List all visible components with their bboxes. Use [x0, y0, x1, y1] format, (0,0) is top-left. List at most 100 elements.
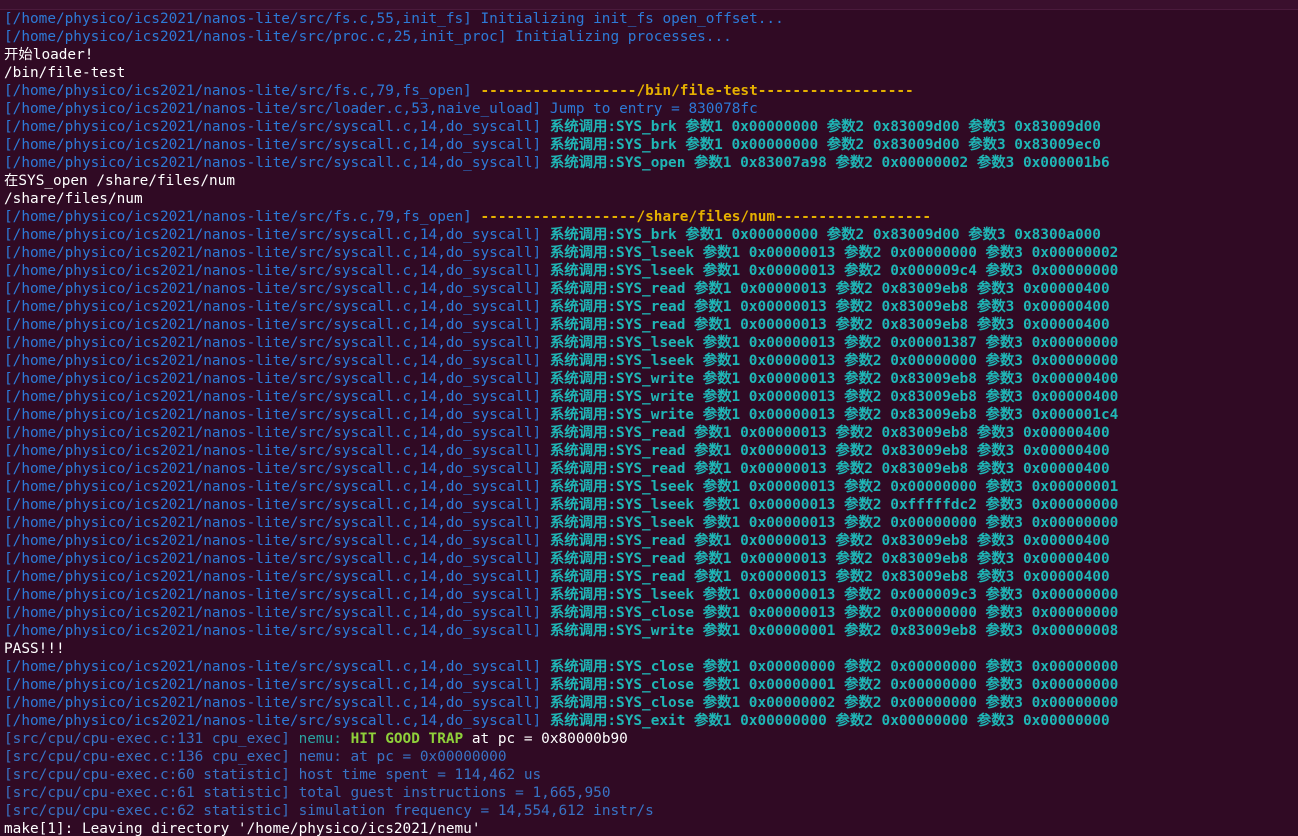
- terminal-line: [/home/physico/ics2021/nanos-lite/src/pr…: [4, 28, 1298, 46]
- terminal-text-segment: [/home/physico/ics2021/nanos-lite/src/sy…: [4, 587, 550, 603]
- terminal-line: [src/cpu/cpu-exec.c:61 statistic] total …: [4, 784, 1298, 802]
- terminal-line: [/home/physico/ics2021/nanos-lite/src/sy…: [4, 244, 1298, 262]
- terminal-line: [src/cpu/cpu-exec.c:60 statistic] host t…: [4, 766, 1298, 784]
- terminal-text-segment: 系统调用:SYS_read 参数1 0x00000013 参数2 0x83009…: [549, 533, 1110, 549]
- terminal-text-segment: /bin/file-test: [4, 65, 126, 81]
- terminal-text-segment: 系统调用:SYS_lseek 参数1 0x00000013 参数2 0x0000…: [549, 515, 1119, 531]
- terminal-text-segment: host time spent = 114,462 us: [298, 767, 542, 783]
- terminal-text-segment: 系统调用:SYS_read 参数1 0x00000013 参数2 0x83009…: [549, 551, 1110, 567]
- terminal-text-segment: [/home/physico/ics2021/nanos-lite/src/sy…: [4, 533, 550, 549]
- terminal-text-segment: 系统调用:SYS_write 参数1 0x00000013 参数2 0x8300…: [549, 407, 1119, 423]
- terminal-line: [/home/physico/ics2021/nanos-lite/src/sy…: [4, 586, 1298, 604]
- terminal-text-segment: [/home/physico/ics2021/nanos-lite/src/sy…: [4, 119, 550, 135]
- terminal-text-segment: [/home/physico/ics2021/nanos-lite/src/sy…: [4, 443, 550, 459]
- terminal-text-segment: [/home/physico/ics2021/nanos-lite/src/fs…: [4, 83, 481, 99]
- terminal-text-segment: [/home/physico/ics2021/nanos-lite/src/sy…: [4, 461, 550, 477]
- terminal-line: [/home/physico/ics2021/nanos-lite/src/sy…: [4, 478, 1298, 496]
- terminal-text-segment: 系统调用:SYS_open 参数1 0x83007a98 参数2 0x00000…: [549, 155, 1110, 171]
- terminal-text-segment: Initializing init_fs open_offset...: [480, 11, 784, 27]
- terminal-text-segment: 系统调用:SYS_close 参数1 0x00000001 参数2 0x0000…: [549, 677, 1119, 693]
- terminal-text-segment: 在SYS_open /share/files/num: [4, 173, 235, 189]
- terminal-line: [/home/physico/ics2021/nanos-lite/src/sy…: [4, 334, 1298, 352]
- terminal-line: 在SYS_open /share/files/num: [4, 172, 1298, 190]
- terminal-line: /bin/file-test: [4, 64, 1298, 82]
- terminal-line: [/home/physico/ics2021/nanos-lite/src/sy…: [4, 622, 1298, 640]
- terminal-line: [/home/physico/ics2021/nanos-lite/src/fs…: [4, 10, 1298, 28]
- terminal-text-segment: [/home/physico/ics2021/nanos-lite/src/sy…: [4, 659, 550, 675]
- terminal-text-segment: 系统调用:SYS_brk 参数1 0x00000000 参数2 0x83009d…: [549, 119, 1101, 135]
- terminal-text-segment: 系统调用:SYS_lseek 参数1 0x00000013 参数2 0x0000…: [549, 263, 1119, 279]
- terminal-text-segment: [src/cpu/cpu-exec.c:61 statistic]: [4, 785, 299, 801]
- terminal-text-segment: 系统调用:SYS_close 参数1 0x00000002 参数2 0x0000…: [549, 695, 1119, 711]
- terminal-text-segment: 系统调用:SYS_read 参数1 0x00000013 参数2 0x83009…: [549, 317, 1110, 333]
- terminal-line: [src/cpu/cpu-exec.c:62 statistic] simula…: [4, 802, 1298, 820]
- terminal-text-segment: 系统调用:SYS_write 参数1 0x00000013 参数2 0x8300…: [549, 371, 1119, 387]
- terminal-line: [/home/physico/ics2021/nanos-lite/src/sy…: [4, 712, 1298, 730]
- terminal-text-segment: [/home/physico/ics2021/nanos-lite/src/sy…: [4, 245, 550, 261]
- terminal-line: [/home/physico/ics2021/nanos-lite/src/sy…: [4, 226, 1298, 244]
- terminal-text-segment: 系统调用:SYS_exit 参数1 0x00000000 参数2 0x00000…: [549, 713, 1110, 729]
- terminal-text-segment: [src/cpu/cpu-exec.c:131 cpu_exec]: [4, 731, 299, 747]
- terminal-text-segment: Jump to entry = 830078fc: [549, 101, 758, 117]
- terminal-line: [/home/physico/ics2021/nanos-lite/src/sy…: [4, 442, 1298, 460]
- terminal-text-segment: 系统调用:SYS_close 参数1 0x00000000 参数2 0x0000…: [549, 659, 1119, 675]
- terminal-line: [/home/physico/ics2021/nanos-lite/src/lo…: [4, 100, 1298, 118]
- terminal-text-segment: [/home/physico/ics2021/nanos-lite/src/sy…: [4, 497, 550, 513]
- terminal-text-segment: [/home/physico/ics2021/nanos-lite/src/sy…: [4, 335, 550, 351]
- terminal-text-segment: [src/cpu/cpu-exec.c:136 cpu_exec]: [4, 749, 299, 765]
- terminal-text-segment: 系统调用:SYS_brk 参数1 0x00000000 参数2 0x83009d…: [549, 227, 1101, 243]
- terminal-text-segment: [/home/physico/ics2021/nanos-lite/src/sy…: [4, 371, 550, 387]
- terminal-line: [/home/physico/ics2021/nanos-lite/src/sy…: [4, 316, 1298, 334]
- terminal-line: [/home/physico/ics2021/nanos-lite/src/sy…: [4, 118, 1298, 136]
- terminal-line: [/home/physico/ics2021/nanos-lite/src/sy…: [4, 460, 1298, 478]
- terminal-text-segment: [/home/physico/ics2021/nanos-lite/src/sy…: [4, 137, 550, 153]
- terminal-line: [src/cpu/cpu-exec.c:131 cpu_exec] nemu: …: [4, 730, 1298, 748]
- terminal-line: [/home/physico/ics2021/nanos-lite/src/sy…: [4, 352, 1298, 370]
- terminal-text-segment: 系统调用:SYS_read 参数1 0x00000013 参数2 0x83009…: [549, 425, 1110, 441]
- terminal-window[interactable]: [/home/physico/ics2021/nanos-lite/src/fs…: [0, 0, 1298, 836]
- terminal-text-segment: ------------------/share/files/num------…: [480, 209, 932, 225]
- terminal-text-segment: [/home/physico/ics2021/nanos-lite/src/sy…: [4, 263, 550, 279]
- terminal-text-segment: [/home/physico/ics2021/nanos-lite/src/sy…: [4, 425, 550, 441]
- terminal-text-segment: 系统调用:SYS_write 参数1 0x00000013 参数2 0x8300…: [549, 389, 1119, 405]
- terminal-line: [/home/physico/ics2021/nanos-lite/src/sy…: [4, 136, 1298, 154]
- terminal-text-segment: ------------------/bin/file-test--------…: [480, 83, 914, 99]
- terminal-line: [/home/physico/ics2021/nanos-lite/src/sy…: [4, 280, 1298, 298]
- terminal-line: [/home/physico/ics2021/nanos-lite/src/sy…: [4, 406, 1298, 424]
- terminal-line: [/home/physico/ics2021/nanos-lite/src/sy…: [4, 550, 1298, 568]
- terminal-text-segment: PASS!!!: [4, 641, 65, 657]
- terminal-line: [/home/physico/ics2021/nanos-lite/src/sy…: [4, 568, 1298, 586]
- terminal-text-segment: simulation frequency = 14,554,612 instr/…: [298, 803, 654, 819]
- terminal-line: [/home/physico/ics2021/nanos-lite/src/sy…: [4, 676, 1298, 694]
- terminal-text-segment: [/home/physico/ics2021/nanos-lite/src/sy…: [4, 353, 550, 369]
- terminal-text-segment: 系统调用:SYS_read 参数1 0x00000013 参数2 0x83009…: [549, 569, 1110, 585]
- terminal-text-segment: [/home/physico/ics2021/nanos-lite/src/sy…: [4, 155, 550, 171]
- terminal-text-segment: 系统调用:SYS_lseek 参数1 0x00000013 参数2 0x0000…: [549, 479, 1119, 495]
- terminal-line: [/home/physico/ics2021/nanos-lite/src/fs…: [4, 82, 1298, 100]
- terminal-text-segment: 系统调用:SYS_brk 参数1 0x00000000 参数2 0x83009d…: [549, 137, 1101, 153]
- terminal-line: [src/cpu/cpu-exec.c:136 cpu_exec] nemu: …: [4, 748, 1298, 766]
- terminal-text-segment: [/home/physico/ics2021/nanos-lite/src/sy…: [4, 389, 550, 405]
- terminal-text-segment: nemu:: [298, 731, 351, 747]
- terminal-text-segment: [/home/physico/ics2021/nanos-lite/src/sy…: [4, 551, 550, 567]
- terminal-text-segment: [/home/physico/ics2021/nanos-lite/src/pr…: [4, 29, 516, 45]
- terminal-line: [/home/physico/ics2021/nanos-lite/src/sy…: [4, 694, 1298, 712]
- terminal-text-segment: 系统调用:SYS_read 参数1 0x00000013 参数2 0x83009…: [549, 443, 1110, 459]
- terminal-line: [/home/physico/ics2021/nanos-lite/src/sy…: [4, 262, 1298, 280]
- terminal-line: [/home/physico/ics2021/nanos-lite/src/sy…: [4, 658, 1298, 676]
- terminal-text-segment: [/home/physico/ics2021/nanos-lite/src/sy…: [4, 227, 550, 243]
- terminal-text-segment: [/home/physico/ics2021/nanos-lite/src/fs…: [4, 11, 481, 27]
- terminal-text-segment: [/home/physico/ics2021/nanos-lite/src/sy…: [4, 317, 550, 333]
- terminal-text-segment: [/home/physico/ics2021/nanos-lite/src/sy…: [4, 479, 550, 495]
- terminal-text-segment: [/home/physico/ics2021/nanos-lite/src/lo…: [4, 101, 550, 117]
- terminal-text-segment: [src/cpu/cpu-exec.c:62 statistic]: [4, 803, 299, 819]
- terminal-text-segment: Initializing processes...: [515, 29, 732, 45]
- terminal-line: [/home/physico/ics2021/nanos-lite/src/sy…: [4, 514, 1298, 532]
- terminal-text-segment: [/home/physico/ics2021/nanos-lite/src/sy…: [4, 515, 550, 531]
- terminal-text-segment: [/home/physico/ics2021/nanos-lite/src/fs…: [4, 209, 481, 225]
- terminal-output: [/home/physico/ics2021/nanos-lite/src/fs…: [4, 10, 1298, 836]
- terminal-text-segment: 系统调用:SYS_read 参数1 0x00000013 参数2 0x83009…: [549, 281, 1110, 297]
- terminal-line: [/home/physico/ics2021/nanos-lite/src/sy…: [4, 370, 1298, 388]
- terminal-text-segment: at pc = 0x80000b90: [463, 731, 628, 747]
- terminal-line: [/home/physico/ics2021/nanos-lite/src/sy…: [4, 424, 1298, 442]
